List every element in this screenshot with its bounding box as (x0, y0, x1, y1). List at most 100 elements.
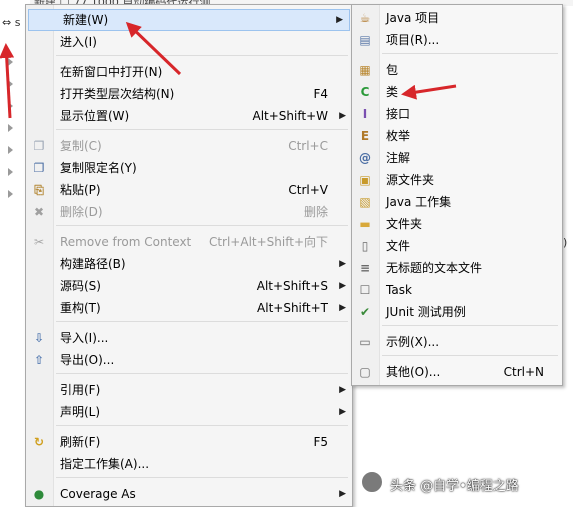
tree-expand-icon[interactable] (8, 102, 13, 110)
context-menu-item[interactable]: ↻ 刷新(F) F5 (26, 431, 352, 453)
submenu-arrow-icon: ▶ (339, 281, 346, 291)
file-icon: ▯ (361, 239, 369, 253)
menu-separator (56, 321, 348, 322)
new-submenu-item[interactable]: ≡ 无标题的文本文件 (352, 257, 562, 279)
context-menu-item[interactable]: 源码(S) Alt+Shift+S ▶ (26, 275, 352, 297)
context-menu-item-accelerator: Ctrl+V (288, 183, 328, 197)
new-submenu-item-label: 枚举 (386, 129, 411, 143)
context-menu-item-accelerator: 删除 (303, 205, 328, 219)
copy-icon: ❐ (33, 139, 45, 153)
context-menu-item-label: 显示位置(W) (60, 109, 130, 123)
new-submenu-item-label: 源文件夹 (386, 173, 435, 187)
new-submenu-item[interactable]: ☐ Task (352, 279, 562, 301)
context-menu-item[interactable]: ❐ 复制(C) Ctrl+C (26, 135, 352, 157)
menu-separator (56, 373, 348, 374)
tree-expand-icon[interactable] (8, 58, 13, 66)
folder-icon: ▬ (359, 217, 371, 231)
junit-icon: ✔ (359, 305, 371, 319)
context-menu-item[interactable]: ✖ 删除(D) 删除 (26, 201, 352, 223)
context-menu-item-label: 进入(I) (60, 35, 97, 49)
context-menu-item-label: Remove from Context (60, 235, 192, 249)
context-menu-item[interactable]: 指定工作集(A)... (26, 453, 352, 475)
new-submenu-item[interactable]: ▭ 示例(X)... (352, 331, 562, 353)
context-menu-item[interactable]: 新建(W) ▶ (28, 9, 350, 31)
context-menu-item[interactable]: ⇧ 导出(O)... (26, 349, 352, 371)
context-menu-item-label: 声明(L) (60, 405, 101, 419)
watermark-avatar-icon (361, 471, 383, 493)
context-menu: 新建(W) ▶ 进入(I) 在新窗口中打开(N) 打开类型层次结构(N) F4 显示位置(W… (25, 4, 353, 507)
context-menu-item-accelerator: Alt+Shift+W (252, 109, 329, 123)
new-submenu-item-label: 其他(O)... (386, 365, 441, 379)
new-submenu-item[interactable]: ▢ 其他(O)... Ctrl+N (352, 361, 562, 383)
new-submenu-item-label: Java 项目 (386, 11, 440, 25)
submenu-arrow-icon: ▶ (336, 15, 343, 25)
new-submenu-item[interactable]: ▧ Java 工作集 (352, 191, 562, 213)
context-menu-item-label: 导出(O)... (60, 353, 115, 367)
context-menu-item-label: Coverage As (60, 487, 136, 501)
tree-expand-icon[interactable] (8, 124, 13, 132)
tree-expand-icon[interactable] (8, 146, 13, 154)
context-menu-item[interactable]: 引用(F) ▶ (26, 379, 352, 401)
context-menu-item[interactable]: ⎘ 粘贴(P) Ctrl+V (26, 179, 352, 201)
class-icon: C (360, 85, 370, 99)
submenu-arrow-icon: ▶ (339, 111, 346, 121)
context-menu-item-label: 重构(T) (60, 301, 101, 315)
new-submenu-item-label: 项目(R)... (386, 33, 440, 47)
tree-expand-icon[interactable] (8, 168, 13, 176)
context-menu-item[interactable]: 打开类型层次结构(N) F4 (26, 83, 352, 105)
menu-separator (56, 477, 348, 478)
new-submenu-item[interactable]: I 接口 (352, 103, 562, 125)
context-menu-item[interactable]: ● Coverage As ▶ (26, 483, 352, 505)
new-submenu-item-label: 示例(X)... (386, 335, 440, 349)
context-menu-item[interactable]: 重构(T) Alt+Shift+T ▶ (26, 297, 352, 319)
new-submenu-item[interactable]: ▦ 包 (352, 59, 562, 81)
watermark: 头条 @自学•编程之路 (356, 461, 573, 501)
new-submenu-item[interactable]: ▣ 源文件夹 (352, 169, 562, 191)
new-submenu-item-label: 文件夹 (386, 217, 423, 231)
export-icon: ⇧ (33, 353, 45, 367)
paste-icon: ⎘ (34, 183, 44, 197)
context-menu-item[interactable]: 进入(I) (26, 31, 352, 53)
new-submenu: ☕ Java 项目 ▤ 项目(R)... ▦ 包 C 类 I 接口 E 枚举 @ 注解 ▣ 源文件夹 ▧ Java… (351, 4, 563, 386)
new-submenu-item-label: JUnit 测试用例 (386, 305, 466, 319)
new-submenu-item[interactable]: C类 (352, 81, 562, 103)
new-submenu-item-label: 注解 (386, 151, 411, 165)
tree-expand-icon[interactable] (8, 190, 13, 198)
new-submenu-item[interactable]: ☕ Java 项目 (352, 7, 562, 29)
context-menu-item[interactable]: 显示位置(W) Alt+Shift+W ▶ (26, 105, 352, 127)
context-menu-item-accelerator: Ctrl+Alt+Shift+向下 (208, 235, 328, 249)
remove-context-icon: ✂ (33, 235, 45, 249)
new-submenu-item[interactable]: ✔ JUnit 测试用例 (352, 301, 562, 323)
new-submenu-item[interactable]: @ 注解 (352, 147, 562, 169)
context-menu-item-accelerator: F5 (313, 435, 328, 449)
new-submenu-item[interactable]: E 枚举 (352, 125, 562, 147)
context-menu-item-accelerator: Ctrl+C (288, 139, 328, 153)
tree-expand-icon[interactable] (8, 80, 13, 88)
submenu-arrow-icon: ▶ (339, 407, 346, 417)
context-menu-item[interactable]: 声明(L) ▶ (26, 401, 352, 423)
context-menu-item-accelerator: F4 (313, 87, 328, 101)
new-submenu-item[interactable]: ▤ 项目(R)... (352, 29, 562, 51)
project-node[interactable]: ⇔ s (2, 16, 20, 29)
project-icon: ▤ (359, 33, 371, 47)
coverage-icon: ● (33, 487, 45, 501)
new-submenu-item[interactable]: ▬ 文件夹 (352, 213, 562, 235)
context-menu-item-label: 指定工作集(A)... (60, 457, 150, 471)
watermark-text: 头条 @自学•编程之路 (390, 479, 519, 494)
other-icon: ▢ (359, 365, 371, 379)
package-icon: ▦ (359, 63, 371, 77)
new-submenu-item[interactable]: ▯ 文件 (352, 235, 562, 257)
context-menu-item[interactable]: ⇩ 导入(I)... (26, 327, 352, 349)
context-menu-item[interactable]: 构建路径(B) ▶ (26, 253, 352, 275)
interface-icon: I (362, 107, 368, 121)
context-menu-item-label: 在新窗口中打开(N) (60, 65, 163, 79)
context-menu-item[interactable]: 在新窗口中打开(N) (26, 61, 352, 83)
java-working-set-icon: ▧ (359, 195, 371, 209)
context-menu-item[interactable]: ✂ Remove from Context Ctrl+Alt+Shift+向下 (26, 231, 352, 253)
enum-icon: E (360, 129, 370, 143)
refresh-icon: ↻ (33, 435, 45, 449)
menu-separator (382, 53, 558, 54)
context-menu-item[interactable]: ❐ 复制限定名(Y) (26, 157, 352, 179)
new-submenu-item-label: 类 (386, 85, 399, 99)
new-submenu-item-label: 无标题的文本文件 (386, 261, 483, 275)
